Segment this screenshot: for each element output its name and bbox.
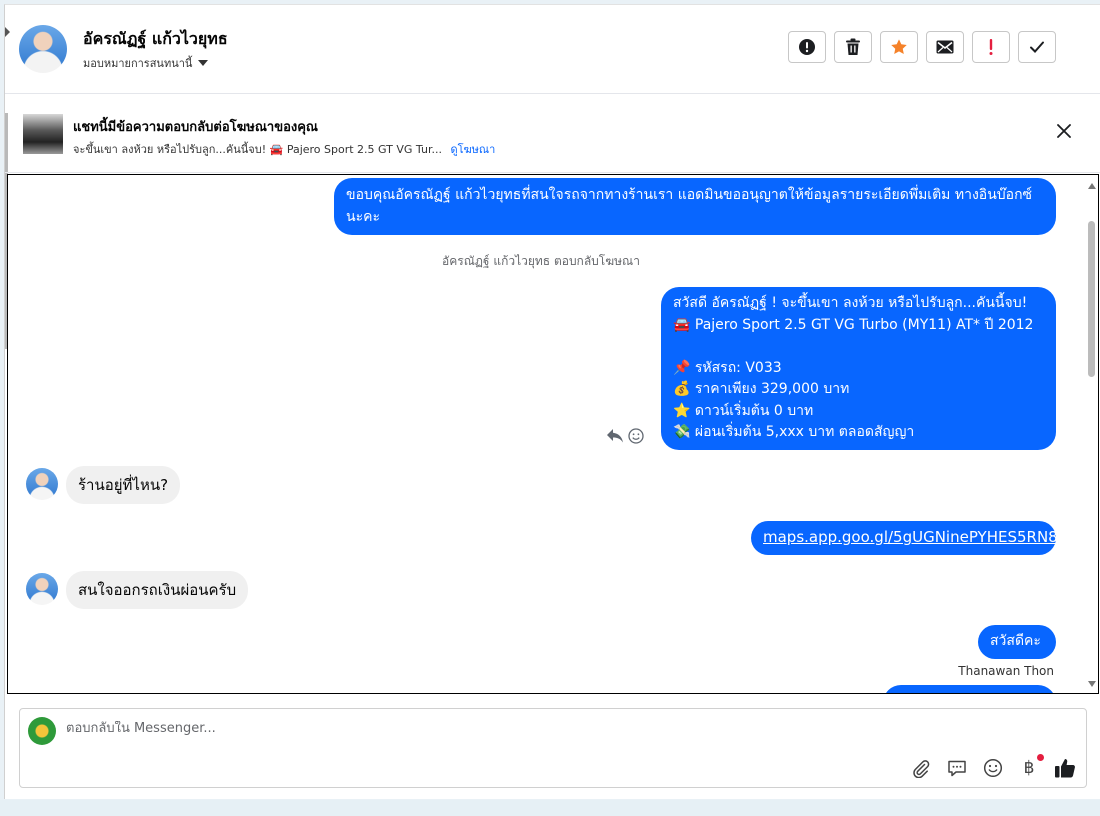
ad-reply-note: อัครณัฏฐ์ แก้วไวยุทธ ตอบกลับโฆษณา bbox=[442, 254, 640, 268]
ad-banner-subtitle: จะขึ้นเขา ลงห้วย หรือไปรับลูก...คันนี้จบ… bbox=[73, 140, 495, 158]
conversation-header: อัครณัฏฐ์ แก้วไวยุทธ มอบหมายการสนทนานี้ bbox=[5, 5, 1100, 94]
react-emoji-icon[interactable] bbox=[628, 428, 644, 444]
check-icon bbox=[1030, 41, 1044, 53]
outgoing-message-3[interactable]: maps.app.goo.gl/5gUGNinePYHES5RN8 bbox=[751, 521, 1058, 555]
assign-conversation-dropdown[interactable]: มอบหมายการสนทนานี้ bbox=[83, 54, 209, 72]
emoji-button[interactable] bbox=[982, 757, 1004, 779]
scrollbar-thumb[interactable] bbox=[1088, 221, 1095, 377]
saved-replies-button[interactable] bbox=[946, 757, 968, 779]
like-button[interactable] bbox=[1054, 757, 1076, 779]
ad-reply-banner: แชทนี้มีข้อความตอบกลับต่อโฆษณาของคุณ จะข… bbox=[5, 94, 1100, 173]
assign-label: มอบหมายการสนทนานี้ bbox=[83, 57, 193, 70]
payment-button[interactable]: ฿ bbox=[1018, 754, 1044, 779]
outgoing-message-1[interactable]: ขอบคุณอัครณัฏฐ์ แก้วไวยุทธที่สนใจรถจากทา… bbox=[334, 178, 1056, 235]
scroll-down-arrow-icon[interactable] bbox=[1088, 681, 1096, 687]
scroll-up-arrow-icon[interactable] bbox=[1088, 183, 1096, 189]
star-icon bbox=[891, 39, 907, 55]
mark-done-button[interactable] bbox=[1018, 31, 1056, 63]
thread-scrollbar[interactable] bbox=[1086, 175, 1098, 693]
contact-avatar-small[interactable] bbox=[26, 468, 58, 500]
ad-thumbnail[interactable] bbox=[23, 114, 63, 154]
outgoing-message-2[interactable]: สวัสดี อัครณัฏฐ์ ! จะขึ้นเขา ลงห้วย หรือ… bbox=[661, 287, 1056, 450]
composer-tools: ฿ bbox=[910, 754, 1076, 779]
reply-composer: ฿ bbox=[19, 708, 1087, 788]
trash-icon bbox=[846, 38, 860, 55]
outgoing-message-partial[interactable] bbox=[883, 685, 1056, 693]
attach-button[interactable] bbox=[910, 757, 932, 779]
contact-avatar[interactable] bbox=[19, 25, 67, 73]
sender-name: Thanawan Thon bbox=[958, 664, 1054, 678]
close-icon[interactable] bbox=[1055, 122, 1073, 140]
delete-button[interactable] bbox=[834, 31, 872, 63]
maps-link[interactable]: maps.app.goo.gl/5gUGNinePYHES5RN8 bbox=[763, 528, 1058, 546]
message-actions bbox=[606, 428, 644, 444]
incoming-message-2[interactable]: สนใจออกรถเงินผ่อนครับ bbox=[66, 571, 249, 609]
reply-icon[interactable] bbox=[606, 428, 624, 444]
like-icon bbox=[1055, 759, 1075, 778]
header-actions bbox=[788, 31, 1056, 63]
page-bottom-strip bbox=[0, 800, 1100, 816]
baht-icon: ฿ bbox=[1023, 758, 1035, 778]
paperclip-icon bbox=[913, 760, 930, 778]
contact-avatar-small[interactable] bbox=[26, 573, 58, 605]
incoming-message-1[interactable]: ร้านอยู่ที่ไหน? bbox=[66, 466, 181, 504]
ad-banner-title: แชทนี้มีข้อความตอบกลับต่อโฆษณาของคุณ bbox=[73, 120, 318, 135]
view-ad-link[interactable]: ดูโฆษณา bbox=[450, 143, 495, 156]
ad-banner-subtitle-text: จะขึ้นเขา ลงห้วย หรือไปรับลูก...คันนี้จบ… bbox=[73, 143, 442, 156]
spam-button[interactable] bbox=[788, 31, 826, 63]
notification-dot bbox=[1037, 754, 1044, 761]
contact-name[interactable]: อัครณัฏฐ์ แก้วไวยุทธ bbox=[83, 27, 228, 52]
mark-unread-button[interactable] bbox=[926, 31, 964, 63]
page-avatar bbox=[28, 717, 56, 745]
star-button[interactable] bbox=[880, 31, 918, 63]
outgoing-message-4[interactable]: สวัสดีคะ bbox=[978, 625, 1056, 659]
saved-reply-icon bbox=[948, 760, 966, 777]
exclamation-icon bbox=[989, 39, 993, 55]
emoji-icon bbox=[983, 758, 1003, 778]
reply-input[interactable] bbox=[66, 721, 886, 736]
envelope-icon bbox=[936, 40, 954, 54]
follow-up-button[interactable] bbox=[972, 31, 1010, 63]
message-thread[interactable]: ขอบคุณอัครณัฏฐ์ แก้วไวยุทธที่สนใจรถจากทา… bbox=[7, 174, 1099, 694]
caret-down-icon bbox=[198, 60, 209, 66]
conversation-panel: อัครณัฏฐ์ แก้วไวยุทธ มอบหมายการสนทนานี้ bbox=[4, 4, 1100, 799]
alert-circle-icon bbox=[799, 39, 815, 55]
